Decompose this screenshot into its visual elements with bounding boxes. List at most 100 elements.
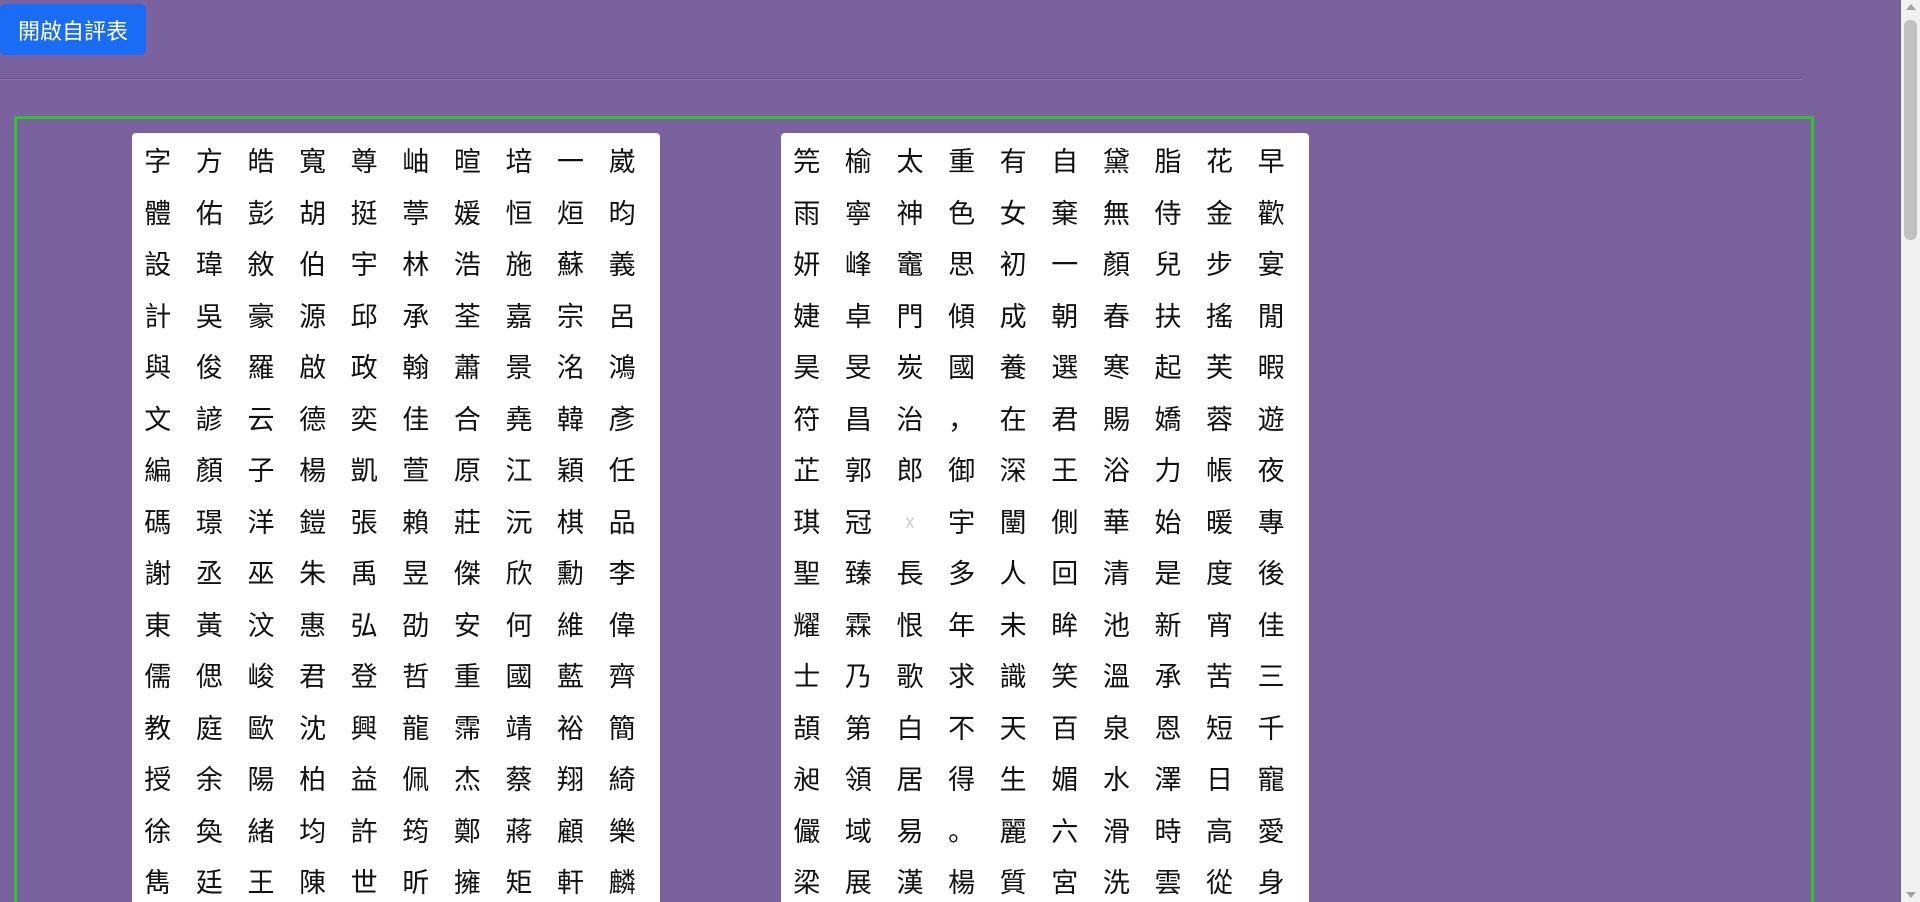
character-row: 頡第白不天百泉恩短千 [781,704,1309,756]
character-cell: 侍 [1154,198,1182,230]
character-cell: 宴 [1257,250,1285,282]
open-self-evaluation-button[interactable]: 開啟自評表 [0,4,147,55]
character-cell: 時 [1154,816,1182,848]
character-cell: 張 [350,507,378,539]
character-cell: 余 [195,765,223,797]
character-cell: 花 [1206,147,1234,179]
scroll-up-icon[interactable] [1906,4,1916,10]
character-cell: 方 [195,147,223,179]
character-cell: 頡 [793,713,821,745]
character-cell: 白 [896,713,924,745]
character-cell: 安 [453,610,481,642]
character-cell: 宗 [557,301,585,333]
character-cell: 丞 [195,559,223,591]
character-cell: 任 [608,456,636,488]
character-cell: 云 [247,404,275,436]
character-cell: 搖 [1206,301,1234,333]
character-row: 琪冠 ☓ 宇闉側華始暖專 [781,498,1309,550]
character-cell: 芙 [1206,353,1234,385]
character-cell: 苦 [1206,662,1234,694]
character-row: 文諺云德奕佳合堯韓彥 [132,395,660,447]
character-row: 設瑋敘伯宇林浩施蘇義 [132,240,660,292]
character-cell: 尊 [350,147,378,179]
character-cell: 計 [144,301,172,333]
character-cell: 偉 [608,610,636,642]
character-cell: 多 [948,559,976,591]
character-cell: 君 [1051,404,1079,436]
character-cell: 滑 [1102,816,1130,848]
character-cell: 郭 [844,456,872,488]
character-cell: 與 [144,353,172,385]
character-cell: 閒 [1257,301,1285,333]
character-cell: 楊 [299,456,327,488]
character-cell: 君 [299,662,327,694]
character-cell: 峻 [247,662,275,694]
character-cell: 易 [896,816,924,848]
character-cell: 庭 [195,713,223,745]
character-cell: 雲 [1154,868,1182,900]
character-cell: 藍 [557,662,585,694]
character-cell: 敘 [247,250,275,282]
character-cell: 顏 [1102,250,1130,282]
page: 開啟自評表 字方皓寬尊岫暄培一崴體佑彭胡挺葶媛恒烜昀設瑋敘伯宇林浩施蘇義計吳豪源… [0,0,1920,902]
character-cell: 沅 [505,507,533,539]
character-row: 昊旻炭國養選寒起芙暇 [781,343,1309,395]
character-cell: 昌 [844,404,872,436]
character-cell: 齊 [608,662,636,694]
character-cell: 授 [144,765,172,797]
character-cell: 脂 [1154,147,1182,179]
character-cell: 陽 [247,765,275,797]
character-cell: 炭 [896,353,924,385]
character-row: 昶領居得生媚水澤日寵 [781,755,1309,807]
character-cell: 文 [144,404,172,436]
scroll-thumb[interactable] [1904,20,1917,240]
vertical-scrollbar[interactable] [1901,0,1920,902]
character-cell: 歌 [896,662,924,694]
character-cell: 昕 [402,868,430,900]
character-cell: 臻 [844,559,872,591]
character-cell: 力 [1154,456,1182,488]
character-cell: 挺 [350,198,378,230]
character-cell: 在 [999,404,1027,436]
character-row: 笎榆太重有自黛脂花早 [781,137,1309,189]
character-cell: 擁 [453,868,481,900]
character-cell: ， [948,404,976,436]
character-cell: 惠 [299,610,327,642]
character-cell: 合 [453,404,481,436]
character-cell: 傾 [948,301,976,333]
character-cell: 後 [1257,559,1285,591]
character-cell: 興 [350,713,378,745]
character-cell: 麟 [608,868,636,900]
character-cell: 德 [299,404,327,436]
character-cell: 呂 [608,301,636,333]
character-cell: 賜 [1102,404,1130,436]
character-cell: 諺 [195,404,223,436]
character-cell: 維 [557,610,585,642]
character-cell: 綺 [608,765,636,797]
character-cell: 六 [1051,816,1079,848]
character-cell: 品 [608,507,636,539]
character-cell: 弘 [350,610,378,642]
character-cell: 字 [144,147,172,179]
character-cell: 人 [999,559,1027,591]
character-cell: 笑 [1051,662,1079,694]
character-row: 徐奐緒均許筠鄭蔣顧樂 [132,807,660,859]
character-cell: 乃 [844,662,872,694]
character-cell: 從 [1206,868,1234,900]
character-cell: 莊 [453,507,481,539]
character-cell: 均 [299,816,327,848]
character-cell: 嘉 [505,301,533,333]
character-cell: 得 [948,765,976,797]
character-cell: 色 [948,198,976,230]
character-cell: 陳 [299,868,327,900]
character-cell: 泉 [1102,713,1130,745]
character-cell: 寧 [844,198,872,230]
character-cell: 初 [999,250,1027,282]
character-cell: 劭 [402,610,430,642]
character-cell: 葶 [402,198,430,230]
divider [0,78,1802,80]
character-cell: 哲 [402,662,430,694]
scroll-down-icon[interactable] [1906,892,1916,898]
character-cell: 短 [1206,713,1234,745]
character-cell: 邱 [350,301,378,333]
